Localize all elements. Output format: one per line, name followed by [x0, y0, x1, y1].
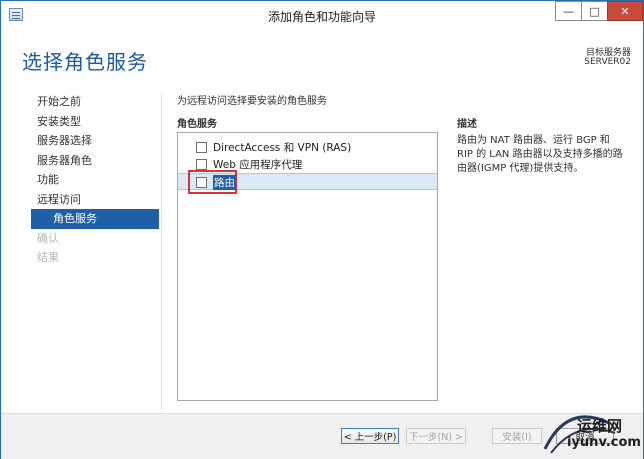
target-server-value: SERVER02: [584, 57, 631, 67]
nav-step-results: 结果: [37, 251, 59, 264]
routing-label: 路由: [213, 175, 236, 190]
instruction-text: 为远程访问选择要安装的角色服务: [177, 96, 327, 107]
nav-step-features[interactable]: 功能: [31, 170, 159, 190]
directaccess-vpn-checkbox[interactable]: [196, 142, 207, 153]
close-button[interactable]: ✕: [607, 1, 643, 21]
install-button: 安装(I): [492, 428, 542, 444]
watermark-text-url: iyunv.com: [567, 435, 641, 450]
directaccess-vpn-label: DirectAccess 和 VPN (RAS): [213, 142, 352, 154]
description-text: 路由为 NAT 路由器、运行 BGP 和 RIP 的 LAN 路由器以及支持多播…: [457, 135, 623, 174]
description-header: 描述: [457, 119, 477, 130]
nav-step-confirmation: 确认: [37, 231, 59, 245]
nav-step-server-selection[interactable]: 服务器选择: [31, 131, 159, 151]
wizard-steps-nav: 开始之前 安装类型 服务器选择 服务器角色 功能 远程访问 角色服务 确认 结果: [31, 92, 159, 268]
next-button: 下一步(N) >: [406, 428, 466, 444]
nav-step-installation-type[interactable]: 安装类型: [31, 112, 159, 132]
minimize-button[interactable]: —: [555, 1, 581, 21]
role-service-item-directaccess-vpn[interactable]: DirectAccess 和 VPN (RAS): [178, 139, 437, 156]
nav-step-before-you-begin[interactable]: 开始之前: [31, 92, 159, 112]
title-bar[interactable]: 添加角色和功能向导 — □ ✕: [1, 1, 643, 29]
nav-step-server-roles[interactable]: 服务器角色: [31, 151, 159, 171]
previous-button[interactable]: < 上一步(P): [341, 428, 399, 444]
web-app-proxy-checkbox[interactable]: [196, 159, 207, 170]
window-title: 添加角色和功能向导: [267, 10, 376, 24]
role-services-list[interactable]: DirectAccess 和 VPN (RAS) Web 应用程序代理 路由: [177, 132, 438, 401]
routing-checkbox[interactable]: [196, 177, 207, 188]
maximize-button[interactable]: □: [581, 1, 607, 21]
nav-step-role-services[interactable]: 角色服务: [31, 209, 159, 229]
role-services-header: 角色服务: [177, 119, 217, 130]
nav-step-remote-access[interactable]: 远程访问: [31, 190, 159, 210]
nav-divider: [161, 92, 162, 410]
watermark-text-cn: 运维网: [577, 417, 623, 435]
role-service-item-routing[interactable]: 路由: [178, 170, 437, 194]
page-title: 选择角色服务: [22, 50, 148, 74]
wizard-window: 添加角色和功能向导 — □ ✕ 选择角色服务 目标服务器 SERVER02 开始…: [0, 0, 644, 459]
